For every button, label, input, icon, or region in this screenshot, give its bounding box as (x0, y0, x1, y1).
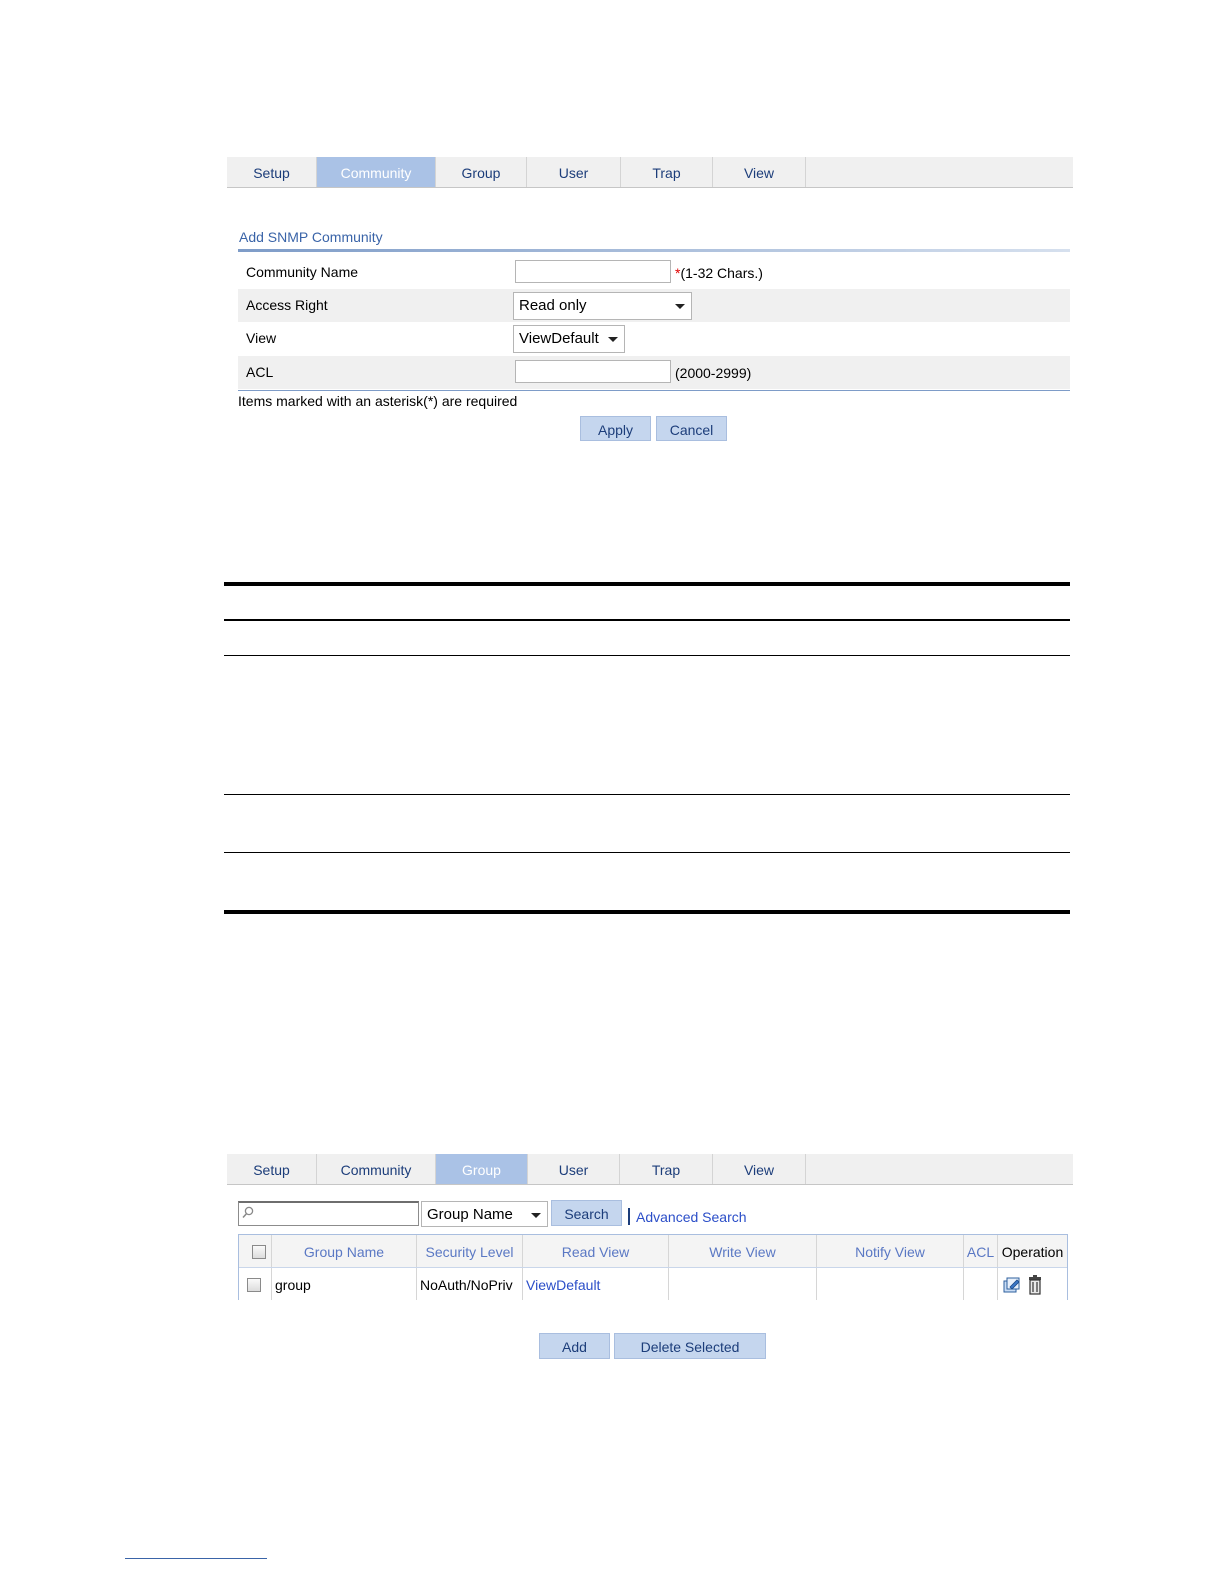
cancel-button[interactable]: Cancel (656, 416, 727, 441)
col-operation: Operation (1001, 1244, 1064, 1260)
community-name-label: Community Name (246, 264, 359, 280)
table-header-rule (224, 619, 1070, 621)
acl-row: ACL (2000-2999) (238, 356, 1070, 389)
search-field-value: Group Name (427, 1206, 513, 1223)
cell-read-view-link[interactable]: ViewDefault (523, 1268, 669, 1300)
tab-user[interactable]: User (527, 157, 621, 187)
chevron-down-icon (531, 1213, 541, 1218)
search-icon (242, 1206, 254, 1219)
table-top-rule (224, 582, 1070, 586)
community-name-range: (1-32 Chars.) (680, 265, 763, 281)
col-write-view[interactable]: Write View (669, 1235, 817, 1267)
community-name-hint: *(1-32 Chars.) (675, 265, 763, 281)
required-note: Items marked with an asterisk(*) are req… (238, 393, 518, 409)
acl-label: ACL (246, 364, 274, 380)
cell-operation (998, 1268, 1067, 1300)
delete-selected-button[interactable]: Delete Selected (614, 1333, 766, 1359)
table-bottom-rule (224, 910, 1070, 914)
acl-input[interactable] (515, 360, 671, 383)
row-select-cell (239, 1268, 272, 1300)
footnote-divider (125, 1558, 267, 1559)
chevron-down-icon (608, 337, 618, 342)
cell-notify-view (817, 1268, 964, 1300)
search-field-select[interactable]: Group Name (421, 1201, 548, 1227)
advanced-search-link[interactable]: Advanced Search (636, 1209, 747, 1225)
cell-group-name: group (272, 1268, 417, 1300)
col-read-view[interactable]: Read View (523, 1235, 669, 1267)
chevron-down-icon (675, 304, 685, 309)
select-all-checkbox[interactable] (252, 1245, 266, 1259)
col-notify-view[interactable]: Notify View (817, 1235, 964, 1267)
form-title-divider (238, 249, 1070, 252)
acl-hint: (2000-2999) (675, 365, 752, 381)
row-checkbox[interactable] (247, 1278, 261, 1292)
cell-security-level: NoAuth/NoPriv (417, 1268, 523, 1300)
col-group-name[interactable]: Group Name (272, 1235, 417, 1267)
col-acl[interactable]: ACL (964, 1235, 998, 1267)
access-right-value: Read only (519, 297, 587, 314)
access-right-select[interactable]: Read only (513, 292, 692, 320)
separator (628, 1208, 630, 1225)
col-security-level[interactable]: Security Level (417, 1235, 523, 1267)
add-button[interactable]: Add (539, 1333, 610, 1359)
access-right-row: Access Right Read only (238, 289, 1070, 322)
table-row-rule (224, 794, 1070, 795)
tab-trap[interactable]: Trap (621, 157, 713, 187)
tab-trap[interactable]: Trap (620, 1154, 713, 1184)
tab-community[interactable]: Community (317, 157, 436, 187)
form-title: Add SNMP Community (239, 229, 383, 245)
table-row-rule (224, 852, 1070, 853)
table-header: Group Name Security Level Read View Writ… (239, 1235, 1067, 1268)
cell-write-view (669, 1268, 817, 1300)
tab-setup[interactable]: Setup (227, 157, 317, 187)
tab-community[interactable]: Community (317, 1154, 436, 1184)
search-input[interactable] (238, 1201, 419, 1226)
access-right-label: Access Right (246, 297, 328, 313)
bottom-tab-bar: Setup Community Group User Trap View (227, 1154, 1073, 1185)
tab-view[interactable]: View (713, 157, 806, 187)
tab-user[interactable]: User (528, 1154, 620, 1184)
top-tab-bar: Setup Community Group User Trap View (227, 157, 1073, 188)
view-select[interactable]: ViewDefault (513, 325, 625, 353)
community-name-input[interactable] (515, 260, 671, 283)
select-all-cell (239, 1235, 272, 1267)
tab-setup[interactable]: Setup (227, 1154, 317, 1184)
search-button[interactable]: Search (551, 1200, 622, 1226)
tab-view[interactable]: View (713, 1154, 806, 1184)
table-row-rule (224, 655, 1070, 656)
view-label: View (246, 330, 277, 346)
view-value: ViewDefault (519, 330, 599, 347)
table-row: group NoAuth/NoPriv ViewDefault (239, 1268, 1067, 1300)
tab-group[interactable]: Group (436, 1154, 528, 1184)
trash-icon[interactable] (1028, 1274, 1042, 1295)
tab-group[interactable]: Group (436, 157, 527, 187)
group-table: Group Name Security Level Read View Writ… (238, 1234, 1068, 1300)
edit-icon[interactable] (1002, 1275, 1022, 1295)
cell-acl (964, 1268, 998, 1300)
view-row: View ViewDefault (238, 322, 1070, 355)
apply-button[interactable]: Apply (580, 416, 651, 441)
community-name-row: Community Name *(1-32 Chars.) (238, 256, 1070, 289)
form-bottom-divider (238, 390, 1070, 391)
